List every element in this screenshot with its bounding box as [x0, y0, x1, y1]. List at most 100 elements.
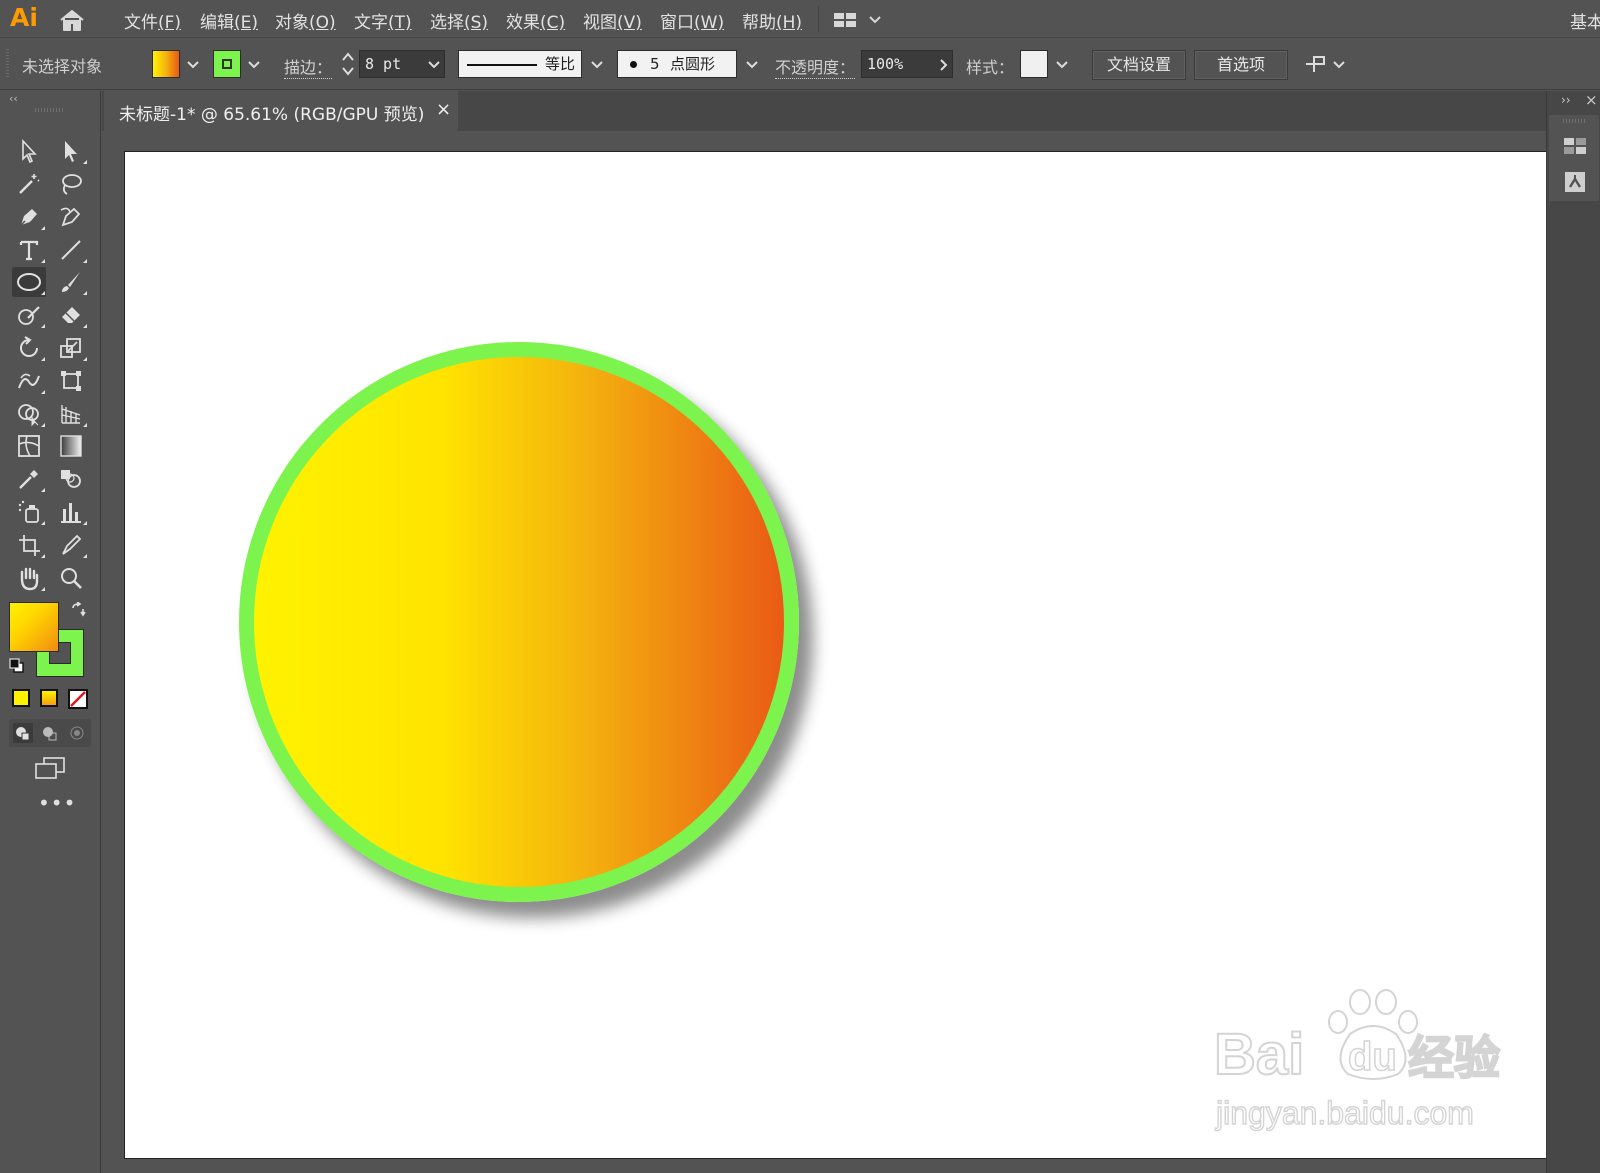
- stroke-label[interactable]: 描边：: [284, 54, 333, 79]
- fill-color-box[interactable]: [9, 602, 59, 652]
- perspective-grid-tool[interactable]: [54, 399, 88, 429]
- menu-edit[interactable]: 编辑(E): [200, 8, 258, 33]
- style-label: 样式：: [966, 58, 1015, 77]
- swap-colors-icon[interactable]: [70, 602, 86, 618]
- lasso-tool[interactable]: [54, 169, 88, 199]
- symbol-sprayer-tool[interactable]: [12, 497, 46, 527]
- stroke-swatch[interactable]: [213, 50, 241, 78]
- watermark-brand: Bai: [1214, 1022, 1304, 1087]
- magic-wand-tool[interactable]: [12, 169, 46, 199]
- chevron-down-icon[interactable]: [588, 56, 606, 74]
- fill-swatch[interactable]: [152, 50, 180, 78]
- arrange-icon[interactable]: [1302, 51, 1328, 77]
- screen-mode-icon[interactable]: [34, 756, 66, 782]
- panel-grip[interactable]: [1563, 119, 1587, 123]
- menu-shortcut: (S): [464, 13, 489, 33]
- collapse-panel-icon[interactable]: ‹‹: [9, 92, 18, 105]
- eraser-tool[interactable]: [54, 300, 88, 330]
- document-tab[interactable]: 未标题-1* @ 65.61% (RGB/GPU 预览) ×: [104, 91, 458, 131]
- opacity-label[interactable]: 不透明度：: [775, 54, 856, 79]
- selection-tool[interactable]: [12, 136, 46, 166]
- menu-view[interactable]: 视图(V): [583, 8, 642, 33]
- default-colors-icon[interactable]: [9, 658, 25, 674]
- ellipse-tool[interactable]: [12, 267, 46, 297]
- chevron-down-icon[interactable]: [1053, 56, 1071, 74]
- menu-effect[interactable]: 效果(C): [506, 8, 565, 33]
- direct-selection-tool[interactable]: [54, 136, 88, 166]
- zoom-icon: [61, 568, 82, 589]
- type-tool[interactable]: [12, 235, 46, 265]
- panel-grip[interactable]: [6, 49, 9, 79]
- menu-file[interactable]: 文件(F): [124, 8, 181, 33]
- brush-label: 点圆形: [670, 55, 716, 73]
- chevron-down-icon[interactable]: [245, 56, 263, 74]
- asset-export-panel-icon[interactable]: [1561, 169, 1589, 195]
- zoom-tool[interactable]: [54, 563, 88, 593]
- eyedropper-tool[interactable]: [12, 464, 46, 494]
- column-graph-icon: [61, 503, 81, 523]
- canvas-area[interactable]: Bai du 经验 jingyan.baidu.com: [102, 131, 1548, 1173]
- draw-behind-icon[interactable]: [39, 722, 61, 744]
- panel-grip[interactable]: [35, 108, 65, 112]
- libraries-panel-icon[interactable]: [1561, 133, 1589, 159]
- gradient-tool[interactable]: [54, 431, 88, 461]
- workspace-label[interactable]: 基本: [1570, 8, 1600, 33]
- pen-tool[interactable]: [12, 202, 46, 232]
- menu-label: 文件: [124, 13, 158, 33]
- chevron-right-icon[interactable]: [935, 56, 953, 74]
- home-icon[interactable]: [58, 8, 86, 32]
- column-graph-tool[interactable]: [54, 497, 88, 527]
- hand-tool[interactable]: [12, 563, 46, 593]
- color-mode-button[interactable]: [12, 689, 30, 707]
- tools-panel: ‹‹ •••: [0, 91, 101, 1173]
- curvature-tool[interactable]: [54, 202, 88, 232]
- variable-width-profile[interactable]: 等比: [458, 50, 582, 78]
- draw-inside-icon[interactable]: [66, 722, 88, 744]
- brush-size: 5: [650, 55, 660, 73]
- menu-window[interactable]: 窗口(W): [660, 8, 724, 33]
- none-mode-icon[interactable]: [68, 689, 88, 709]
- line-segment-tool[interactable]: [54, 235, 88, 265]
- rotate-tool[interactable]: [12, 333, 46, 363]
- close-dock-icon[interactable]: ×: [1585, 91, 1598, 109]
- menu-type[interactable]: 文字(T): [354, 8, 412, 33]
- close-icon[interactable]: ×: [436, 99, 451, 120]
- menu-help[interactable]: 帮助(H): [742, 8, 802, 33]
- blend-tool[interactable]: [54, 464, 88, 494]
- chevron-down-icon[interactable]: [425, 56, 443, 74]
- lasso-icon: [62, 174, 82, 195]
- draw-normal-icon[interactable]: [12, 722, 34, 744]
- menu-object[interactable]: 对象(O): [275, 8, 336, 33]
- mesh-tool[interactable]: [12, 431, 46, 461]
- slice-tool[interactable]: [54, 530, 88, 560]
- profile-label: 等比: [545, 55, 576, 73]
- chevron-down-icon[interactable]: [184, 56, 202, 74]
- chevron-down-icon[interactable]: [743, 56, 761, 74]
- graphic-style-swatch[interactable]: [1020, 50, 1048, 78]
- artboard-tool[interactable]: [12, 530, 46, 560]
- paintbrush-tool[interactable]: [54, 267, 88, 297]
- gradient-mode-button[interactable]: [40, 689, 58, 707]
- line-segment-icon: [61, 240, 81, 260]
- shaper-tool[interactable]: [12, 300, 46, 330]
- edit-toolbar-icon[interactable]: •••: [38, 791, 76, 815]
- direct-selection-icon: [65, 141, 77, 162]
- arrange-documents-icon[interactable]: [834, 8, 890, 32]
- preferences-button[interactable]: 首选项: [1194, 50, 1288, 80]
- menu-select[interactable]: 选择(S): [430, 8, 488, 33]
- free-transform-tool[interactable]: [54, 366, 88, 396]
- artboard[interactable]: Bai du 经验 jingyan.baidu.com: [124, 151, 1548, 1159]
- stepper-icon[interactable]: [341, 50, 355, 78]
- gradient-circle[interactable]: [239, 342, 799, 902]
- rotate-icon: [20, 336, 38, 357]
- chevron-down-icon[interactable]: [1330, 56, 1348, 74]
- pen-icon: [19, 209, 37, 227]
- shape-builder-tool[interactable]: [12, 399, 46, 429]
- brush-definition[interactable]: 5 点圆形: [617, 50, 737, 78]
- stroke-swatch-inner: [222, 59, 232, 69]
- document-setup-button[interactable]: 文档设置: [1092, 50, 1186, 80]
- menu-label: 视图: [583, 13, 617, 33]
- scale-tool[interactable]: [54, 333, 88, 363]
- warp-tool[interactable]: [12, 366, 46, 396]
- expand-panels-icon[interactable]: ››: [1561, 93, 1571, 107]
